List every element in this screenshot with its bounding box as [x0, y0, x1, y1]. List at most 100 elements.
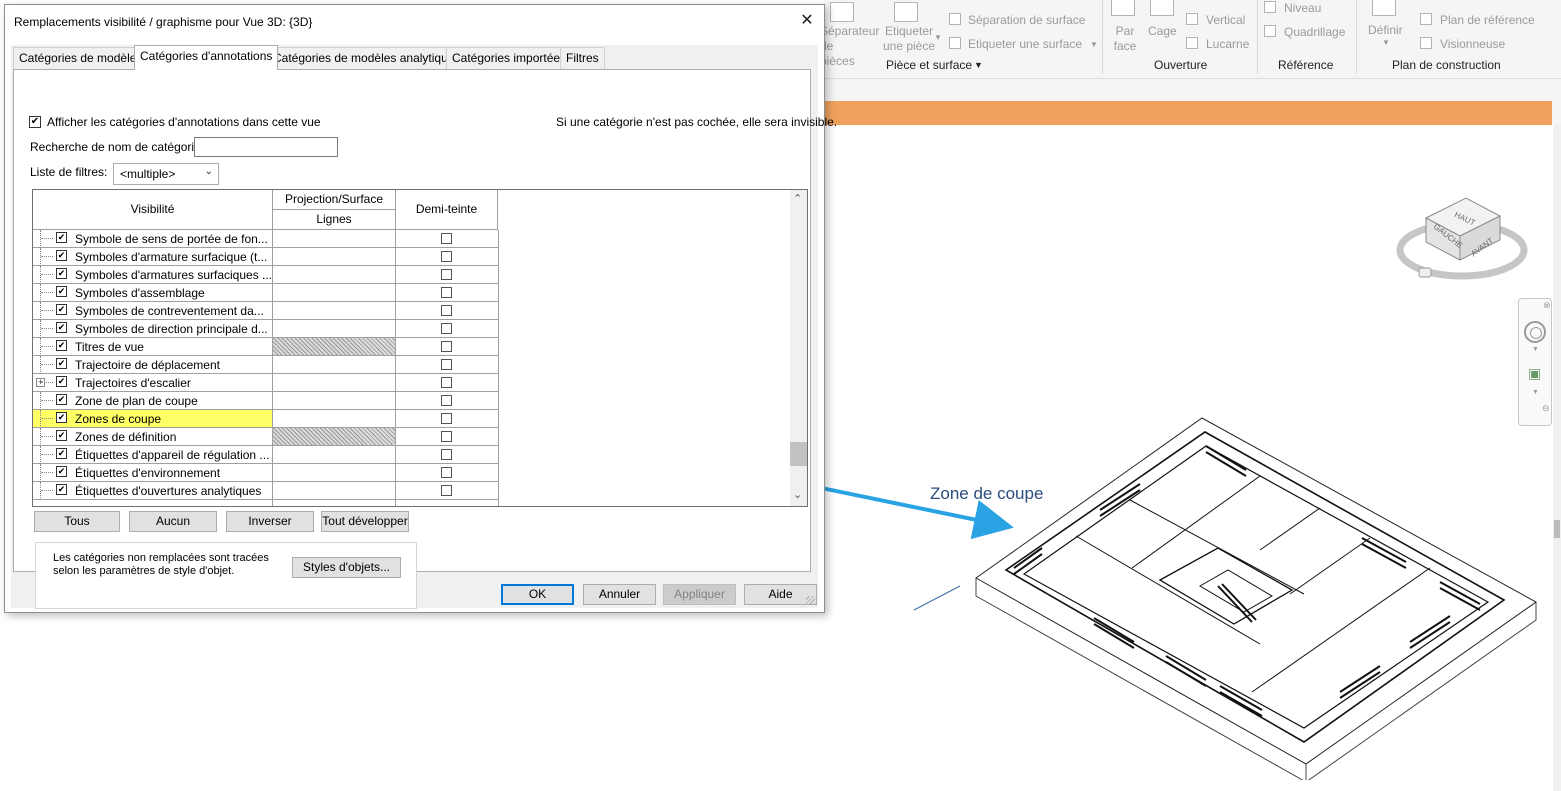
projection-lines-cell[interactable] — [273, 374, 396, 391]
visibility-checkbox[interactable]: ✔ — [56, 358, 67, 369]
category-row[interactable]: ✔ Trajectoire de déplacement — [33, 356, 499, 374]
tab-annotation-categories[interactable]: Catégories d'annotations — [134, 45, 279, 70]
dialog-title-bar[interactable]: Remplacements visibilité / graphisme pou… — [5, 5, 824, 37]
category-row[interactable]: ✔ Zone de plan de coupe — [33, 392, 499, 410]
halftone-checkbox[interactable] — [441, 233, 452, 244]
visibility-cell[interactable]: ✔ Symboles de contreventement da... — [33, 302, 273, 320]
visibility-cell[interactable]: ✔ Symboles d'armature surfacique (t... — [33, 248, 273, 266]
expand-all-button[interactable]: Tout développer — [321, 511, 409, 532]
projection-lines-cell[interactable] — [273, 356, 396, 373]
close-icon[interactable]: ✕ — [796, 10, 818, 32]
projection-lines-cell[interactable] — [273, 302, 396, 319]
category-row[interactable]: ✔ Zones de définition — [33, 428, 499, 446]
category-row[interactable]: ✔ Symboles de contreventement da... — [33, 302, 499, 320]
halftone-checkbox[interactable] — [441, 251, 452, 262]
visibility-cell[interactable]: ✔ Zones de définition — [33, 428, 273, 446]
column-header-projection[interactable]: Projection/Surface — [273, 190, 396, 210]
halftone-checkbox[interactable] — [441, 341, 452, 352]
projection-lines-cell[interactable] — [273, 464, 396, 481]
projection-lines-cell[interactable] — [273, 446, 396, 463]
column-header-lines[interactable]: Lignes — [273, 210, 396, 230]
halftone-checkbox[interactable] — [441, 413, 452, 424]
halftone-checkbox[interactable] — [441, 449, 452, 460]
visibility-checkbox[interactable]: ✔ — [56, 322, 67, 333]
visibility-checkbox[interactable]: ✔ — [56, 466, 67, 477]
visibility-checkbox[interactable]: ✔ — [56, 412, 67, 423]
category-row[interactable]: ✔ Titres de vue — [33, 338, 499, 356]
halftone-checkbox[interactable] — [441, 485, 452, 496]
visibility-cell[interactable]: ✔ Étiquettes d'environnement — [33, 464, 273, 482]
tab-filters[interactable]: Filtres — [560, 47, 605, 69]
visibility-cell[interactable]: ✔ Zones de coupe — [33, 410, 273, 428]
projection-lines-cell[interactable] — [273, 284, 396, 301]
projection-lines-cell[interactable] — [273, 320, 396, 337]
scroll-up-icon[interactable]: ⌃ — [793, 192, 802, 205]
scroll-down-icon[interactable]: ⌄ — [793, 488, 802, 501]
halftone-checkbox[interactable] — [441, 467, 452, 478]
visibility-cell[interactable]: ✔ Symbole de sens de portée de fon... — [33, 230, 273, 248]
projection-lines-cell[interactable] — [273, 392, 396, 409]
cancel-button[interactable]: Annuler — [583, 584, 656, 605]
projection-lines-cell[interactable] — [273, 410, 396, 427]
visibility-cell[interactable]: ✔ Étiquettes d'ouvertures analytiques — [33, 482, 273, 500]
visibility-cell[interactable]: ✔ Trajectoire de déplacement — [33, 356, 273, 374]
none-button[interactable]: Aucun — [129, 511, 217, 532]
halftone-checkbox[interactable] — [441, 287, 452, 298]
tab-analytical-model-categories[interactable]: Catégories de modèles analytiques — [267, 47, 467, 69]
category-row[interactable]: ✔ Étiquettes d'ouvertures analytiques — [33, 482, 499, 500]
object-styles-button[interactable]: Styles d'objets... — [292, 557, 401, 578]
visibility-checkbox[interactable]: ✔ — [56, 448, 67, 459]
visibility-cell[interactable]: ✔ Zone de plan de coupe — [33, 392, 273, 410]
visibility-cell[interactable]: ✔ Étiquettes d'appareil de régulation ... — [33, 446, 273, 464]
column-header-halftone[interactable]: Demi-teinte — [396, 190, 498, 230]
category-row[interactable]: ✔ Zones de coupe — [33, 410, 499, 428]
resize-grip[interactable] — [806, 596, 815, 605]
visibility-cell[interactable]: + ✔ Trajectoires d'escalier — [33, 374, 273, 391]
category-search-input[interactable] — [194, 137, 338, 157]
visibility-cell[interactable]: ✔ Symboles de direction principale d... — [33, 320, 273, 338]
halftone-checkbox[interactable] — [441, 431, 452, 442]
projection-lines-cell[interactable] — [273, 230, 396, 247]
category-row[interactable]: ✔ Symboles d'armatures surfaciques ... — [33, 266, 499, 284]
projection-lines-cell[interactable] — [273, 266, 396, 283]
halftone-checkbox[interactable] — [441, 305, 452, 316]
visibility-checkbox[interactable]: ✔ — [56, 250, 67, 261]
ok-button[interactable]: OK — [501, 584, 574, 605]
category-row[interactable]: + ✔ Trajectoires d'escalier — [33, 374, 499, 392]
category-row[interactable]: ✔ Symbole de sens de portée de fon... — [33, 230, 499, 248]
halftone-checkbox[interactable] — [441, 377, 452, 388]
visibility-cell[interactable]: ✔ Titres de vue — [33, 338, 273, 356]
visibility-checkbox[interactable]: ✔ — [56, 394, 67, 405]
column-header-visibility[interactable]: Visibilité — [33, 190, 273, 230]
grid-scrollbar[interactable]: ⌃ ⌄ — [790, 190, 807, 506]
visibility-cell[interactable]: ✔ Symboles d'assemblage — [33, 284, 273, 302]
halftone-checkbox[interactable] — [441, 395, 452, 406]
projection-lines-cell[interactable] — [273, 248, 396, 265]
category-row[interactable]: ✔ Symboles d'assemblage — [33, 284, 499, 302]
halftone-checkbox[interactable] — [441, 359, 452, 370]
tab-imported-categories[interactable]: Catégories importées — [446, 47, 573, 69]
category-row[interactable]: ✔ Symboles d'armature surfacique (t... — [33, 248, 499, 266]
visibility-checkbox[interactable]: ✔ — [56, 304, 67, 315]
show-annotations-label[interactable]: Afficher les catégories d'annotations da… — [47, 115, 321, 129]
visibility-checkbox[interactable]: ✔ — [56, 232, 67, 243]
grid-scrollbar-thumb[interactable] — [790, 442, 807, 466]
halftone-checkbox[interactable] — [441, 323, 452, 334]
category-row[interactable]: ✔ Étiquettes d'appareil de régulation ... — [33, 446, 499, 464]
visibility-checkbox[interactable]: ✔ — [56, 376, 67, 387]
visibility-cell[interactable]: ✔ Symboles d'armatures surfaciques ... — [33, 266, 273, 284]
all-button[interactable]: Tous — [34, 511, 120, 532]
tab-model-categories[interactable]: Catégories de modèles — [13, 47, 149, 69]
projection-lines-cell[interactable] — [273, 482, 396, 499]
visibility-checkbox[interactable]: ✔ — [56, 268, 67, 279]
invert-button[interactable]: Inverser — [226, 511, 314, 532]
visibility-checkbox[interactable]: ✔ — [56, 340, 67, 351]
visibility-checkbox[interactable]: ✔ — [56, 430, 67, 441]
filter-list-dropdown[interactable]: <multiple> ⌄ — [113, 163, 219, 185]
halftone-checkbox[interactable] — [441, 269, 452, 280]
visibility-checkbox[interactable]: ✔ — [56, 286, 67, 297]
category-row[interactable]: ✔ Symboles de direction principale d... — [33, 320, 499, 338]
visibility-checkbox[interactable]: ✔ — [56, 484, 67, 495]
show-annotations-checkbox[interactable]: ✔ — [29, 116, 41, 128]
category-row[interactable]: ✔ Étiquettes d'environnement — [33, 464, 499, 482]
